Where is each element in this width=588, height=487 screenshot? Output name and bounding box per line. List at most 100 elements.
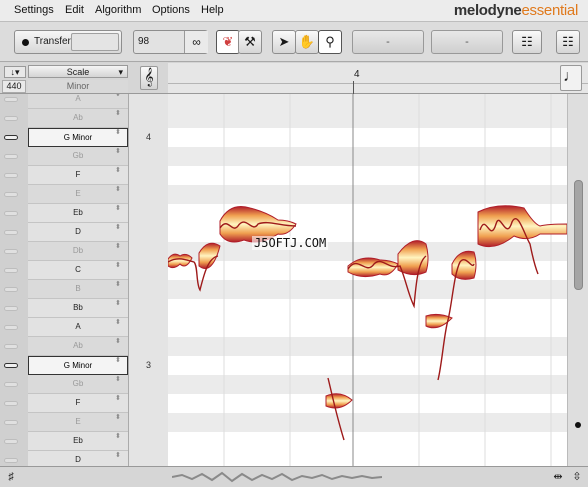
tuning-menu[interactable]: ↓▾ bbox=[4, 66, 26, 78]
note-name[interactable]: Eb bbox=[28, 204, 128, 223]
scale-lane[interactable]: F ⬍ bbox=[0, 166, 168, 185]
scale-grid-icon[interactable]: ♯ bbox=[4, 470, 18, 484]
scale-lane[interactable]: Gb ⬍ bbox=[0, 375, 168, 394]
scale-lane[interactable]: D ⬍ bbox=[0, 451, 168, 466]
lane-stripe bbox=[168, 280, 567, 299]
lane-stripe bbox=[168, 337, 567, 356]
note-name[interactable]: Ab bbox=[28, 109, 128, 128]
pipe-icon bbox=[4, 344, 18, 349]
note-name[interactable]: Gb bbox=[28, 147, 128, 166]
note-name[interactable]: D bbox=[28, 223, 128, 242]
lane-stripe bbox=[168, 318, 567, 337]
mixer-button[interactable]: ☷ bbox=[512, 30, 542, 54]
scale-lane[interactable]: Eb ⬍ bbox=[0, 432, 168, 451]
grid-button[interactable]: ☷ bbox=[556, 30, 580, 54]
transfer-button[interactable]: Transfer bbox=[14, 30, 122, 54]
scale-lane[interactable]: G Minor ⬍ 3 bbox=[0, 356, 168, 375]
pitch-tool-button[interactable]: ❦ bbox=[216, 30, 240, 54]
octave-number bbox=[128, 299, 168, 318]
note-name[interactable]: E bbox=[28, 185, 128, 204]
app-logo: melodyneessential bbox=[453, 2, 578, 19]
note-name[interactable]: F bbox=[28, 394, 128, 413]
scale-lane[interactable]: Bb ⬍ bbox=[0, 299, 168, 318]
scrollbar-thumb[interactable] bbox=[574, 180, 583, 290]
note-name[interactable]: Eb bbox=[28, 432, 128, 451]
octave-number: 4 bbox=[128, 128, 168, 147]
tuning-field[interactable]: 440 bbox=[2, 80, 26, 93]
menu-bar: Settings Edit Algorithm Options Help mel… bbox=[0, 0, 588, 22]
zoom-dot-icon[interactable] bbox=[575, 422, 581, 428]
scale-lane[interactable]: Eb ⬍ bbox=[0, 204, 168, 223]
note-name[interactable]: C bbox=[28, 261, 128, 280]
hand-tool-button[interactable]: ✋ bbox=[295, 30, 319, 54]
scale-lane[interactable]: A ⬍ bbox=[0, 94, 168, 109]
fit-horizontal-icon[interactable]: ⇹ bbox=[551, 470, 565, 484]
lane-stripe bbox=[168, 413, 567, 432]
menu-settings[interactable]: Settings bbox=[14, 4, 54, 16]
note-name[interactable]: E bbox=[28, 413, 128, 432]
octave-number bbox=[128, 337, 168, 356]
lane-stripe bbox=[168, 432, 567, 451]
toolbar: Transfer 98 ∞ ❦ ⚒ ➤ ✋ ⚲ - - ☷ ☷ bbox=[0, 22, 588, 62]
pipe-icon bbox=[4, 287, 18, 292]
pipe-icon bbox=[4, 382, 18, 387]
note-name[interactable]: G Minor bbox=[28, 356, 128, 375]
pipe-icon bbox=[4, 458, 18, 463]
scale-lane[interactable]: D ⬍ bbox=[0, 223, 168, 242]
treble-clef-icon[interactable]: 𝄞 bbox=[140, 66, 158, 90]
sliders-icon: ☷ bbox=[521, 34, 533, 49]
note-name[interactable]: Ab bbox=[28, 337, 128, 356]
scale-lane[interactable]: B ⬍ bbox=[0, 280, 168, 299]
scale-lane[interactable]: A ⬍ bbox=[0, 318, 168, 337]
menu-help[interactable]: Help bbox=[201, 4, 224, 16]
pipe-icon bbox=[4, 268, 18, 273]
note-name[interactable]: Bb bbox=[28, 299, 128, 318]
note-name[interactable]: G Minor bbox=[28, 128, 128, 147]
wrench-tool-button[interactable]: ⚒ bbox=[238, 30, 262, 54]
octave-number bbox=[128, 166, 168, 185]
octave-number bbox=[128, 394, 168, 413]
link-icon[interactable]: ∞ bbox=[184, 31, 208, 53]
pipe-icon bbox=[4, 154, 18, 159]
tempo-value: 98 bbox=[138, 36, 150, 47]
pitch-readout[interactable]: - bbox=[352, 30, 424, 54]
scale-lane[interactable]: E ⬍ bbox=[0, 413, 168, 432]
note-name[interactable]: F bbox=[28, 166, 128, 185]
note-name[interactable]: Db bbox=[28, 242, 128, 261]
note-name[interactable]: A bbox=[28, 94, 128, 109]
zoom-tool-button[interactable]: ⚲ bbox=[318, 30, 342, 54]
note-name[interactable]: B bbox=[28, 280, 128, 299]
scale-lane[interactable]: Ab ⬍ bbox=[0, 337, 168, 356]
note-editor-grid[interactable] bbox=[168, 94, 567, 466]
scale-lane[interactable]: Db ⬍ bbox=[0, 242, 168, 261]
octave-number bbox=[128, 204, 168, 223]
scale-lane[interactable]: Gb ⬍ bbox=[0, 147, 168, 166]
menu-options[interactable]: Options bbox=[152, 4, 190, 16]
fit-vertical-icon[interactable]: ⇳ bbox=[570, 470, 584, 484]
octave-number bbox=[128, 147, 168, 166]
scale-lane[interactable]: G Minor ⬍ 4 bbox=[0, 128, 168, 147]
waveform-overview[interactable] bbox=[172, 470, 382, 484]
timeline-ruler[interactable]: 4 ♩ bbox=[168, 63, 588, 94]
scale-dropdown[interactable]: Scale ▾ bbox=[28, 65, 128, 78]
tempo-field[interactable]: 98 ∞ bbox=[133, 30, 208, 54]
note-name[interactable]: Gb bbox=[28, 375, 128, 394]
grid-icon: ☷ bbox=[562, 34, 574, 49]
menu-algorithm[interactable]: Algorithm bbox=[95, 4, 141, 16]
position-readout[interactable]: - bbox=[431, 30, 503, 54]
scale-lane[interactable]: F ⬍ bbox=[0, 394, 168, 413]
pipe-icon bbox=[4, 173, 18, 178]
lane-stripe bbox=[168, 299, 567, 318]
menu-edit[interactable]: Edit bbox=[65, 4, 84, 16]
note-value-icon[interactable]: ♩ bbox=[560, 65, 582, 91]
note-name[interactable]: D bbox=[28, 451, 128, 466]
scale-lane[interactable]: C ⬍ bbox=[0, 261, 168, 280]
scale-lane[interactable]: Ab ⬍ bbox=[0, 109, 168, 128]
vertical-scrollbar[interactable] bbox=[567, 94, 588, 466]
pitch-tool-icon: ❦ bbox=[222, 34, 234, 49]
pointer-tool-button[interactable]: ➤ bbox=[272, 30, 296, 54]
wrench-icon: ⚒ bbox=[244, 34, 256, 49]
note-name[interactable]: A bbox=[28, 318, 128, 337]
scale-mode[interactable]: Minor bbox=[28, 80, 128, 93]
scale-lane[interactable]: E ⬍ bbox=[0, 185, 168, 204]
